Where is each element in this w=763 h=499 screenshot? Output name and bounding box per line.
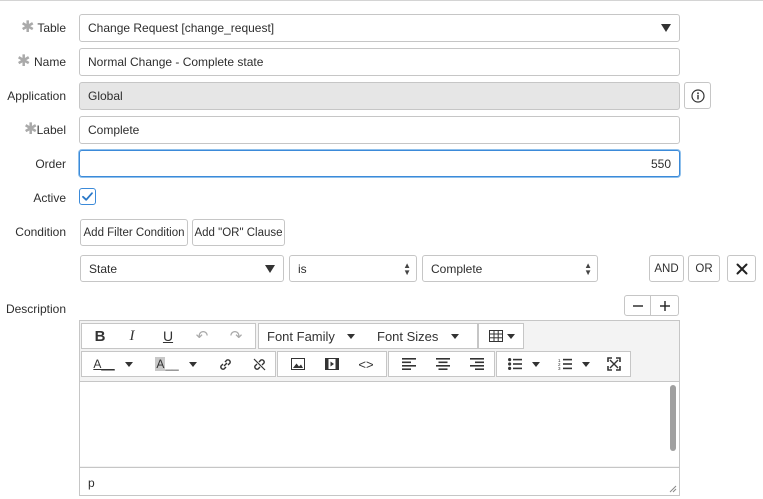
label-input-value: Complete xyxy=(88,123,140,137)
order-input-value: 550 xyxy=(650,156,671,171)
top-divider xyxy=(0,0,763,1)
table-select-value: Change Request [change_request] xyxy=(88,21,275,35)
close-icon xyxy=(736,263,747,274)
numbered-list-icon[interactable]: 123 xyxy=(553,352,595,376)
font-sizes-label: Font Sizes xyxy=(377,328,439,344)
remove-condition-button[interactable] xyxy=(727,255,756,282)
text-color-icon[interactable]: A__ xyxy=(88,352,138,376)
condition-value-value: Complete xyxy=(431,261,483,276)
condition-operator-select[interactable]: is ▲ ▼ xyxy=(289,255,417,282)
dropdown-caret-icon xyxy=(265,264,275,273)
plus-icon xyxy=(659,300,670,311)
and-button[interactable]: AND xyxy=(649,255,684,282)
info-icon xyxy=(690,88,705,103)
video-icon[interactable] xyxy=(318,352,346,376)
minus-icon xyxy=(632,304,643,307)
toolbar-group-color-links: A__ A __ xyxy=(81,351,276,377)
code-icon[interactable]: <> xyxy=(352,352,380,376)
rich-text-editor: B I U ↶ ↷ Font Family Font Sizes A__ A __ xyxy=(79,320,680,496)
order-input[interactable]: 550 xyxy=(79,150,680,177)
toolbar-group-lists: 123 xyxy=(496,351,631,377)
dropdown-caret-icon xyxy=(661,24,671,32)
editor-statusbar: p xyxy=(80,467,679,495)
unlink-icon[interactable] xyxy=(246,352,272,376)
condition-operator-value: is xyxy=(298,261,307,276)
font-sizes-dropdown[interactable]: Font Sizes xyxy=(377,324,473,348)
font-family-dropdown[interactable]: Font Family xyxy=(267,324,363,348)
svg-text:3: 3 xyxy=(558,366,561,370)
bold-icon[interactable]: B xyxy=(86,324,114,348)
bullet-list-icon[interactable] xyxy=(503,352,545,376)
label-label: Label xyxy=(36,123,66,137)
info-button[interactable] xyxy=(684,82,711,109)
undo-icon[interactable]: ↶ xyxy=(188,324,216,348)
expand-button[interactable] xyxy=(650,295,679,316)
description-edit-area[interactable] xyxy=(80,381,679,466)
toolbar-group-table xyxy=(478,323,524,349)
application-value: Global xyxy=(88,89,123,103)
add-or-clause-button[interactable]: Add "OR" Clause xyxy=(192,219,285,246)
add-filter-condition-button[interactable]: Add Filter Condition xyxy=(80,219,188,246)
condition-field-value: State xyxy=(89,261,118,276)
required-asterisk-icon: ✱ xyxy=(17,53,31,70)
align-right-icon[interactable] xyxy=(463,352,491,376)
toolbar-group-align xyxy=(388,351,495,377)
toolbar-group-media: <> xyxy=(277,351,387,377)
editor-scrollbar[interactable] xyxy=(670,385,676,451)
background-color-icon[interactable]: A __ xyxy=(150,352,202,376)
updown-arrows-icon: ▲ ▼ xyxy=(584,260,592,277)
active-checkbox[interactable] xyxy=(79,188,96,205)
condition-field-select[interactable]: State xyxy=(80,255,284,282)
align-left-icon[interactable] xyxy=(395,352,423,376)
table-icon[interactable] xyxy=(483,324,521,348)
toolbar-group-format: B I U ↶ ↷ xyxy=(81,323,256,349)
dropdown-caret-icon xyxy=(451,333,460,339)
align-center-icon[interactable] xyxy=(429,352,457,376)
or-button[interactable]: OR xyxy=(688,255,720,282)
font-family-label: Font Family xyxy=(267,328,335,344)
name-input-value: Normal Change - Complete state xyxy=(88,55,264,69)
table-select[interactable]: Change Request [change_request] xyxy=(79,14,680,42)
active-label: Active xyxy=(33,191,66,205)
application-field: Global xyxy=(79,82,680,110)
dropdown-caret-icon xyxy=(346,333,355,339)
description-label: Description xyxy=(5,302,66,316)
fullscreen-icon[interactable] xyxy=(601,352,627,376)
label-input[interactable]: Complete xyxy=(79,116,680,144)
updown-arrows-icon: ▲ ▼ xyxy=(403,260,411,277)
application-label: Application xyxy=(7,89,66,103)
condition-value-select[interactable]: Complete ▲ ▼ xyxy=(422,255,598,282)
name-input[interactable]: Normal Change - Complete state xyxy=(79,48,680,76)
redo-icon[interactable]: ↷ xyxy=(222,324,250,348)
element-path: p xyxy=(88,476,95,490)
underline-icon[interactable]: U xyxy=(154,324,182,348)
required-asterisk-icon: ✱ xyxy=(21,19,35,36)
name-label: Name xyxy=(34,55,67,69)
resize-handle-icon[interactable] xyxy=(669,485,677,493)
italic-icon[interactable]: I xyxy=(118,324,146,348)
table-label: Table xyxy=(37,21,66,35)
collapse-button[interactable] xyxy=(624,295,651,316)
image-icon[interactable] xyxy=(284,352,312,376)
order-label: Order xyxy=(35,157,66,171)
link-icon[interactable] xyxy=(212,352,238,376)
condition-label: Condition xyxy=(15,225,66,239)
checkmark-icon xyxy=(82,192,93,201)
toolbar-group-fonts: Font Family Font Sizes xyxy=(258,323,478,349)
